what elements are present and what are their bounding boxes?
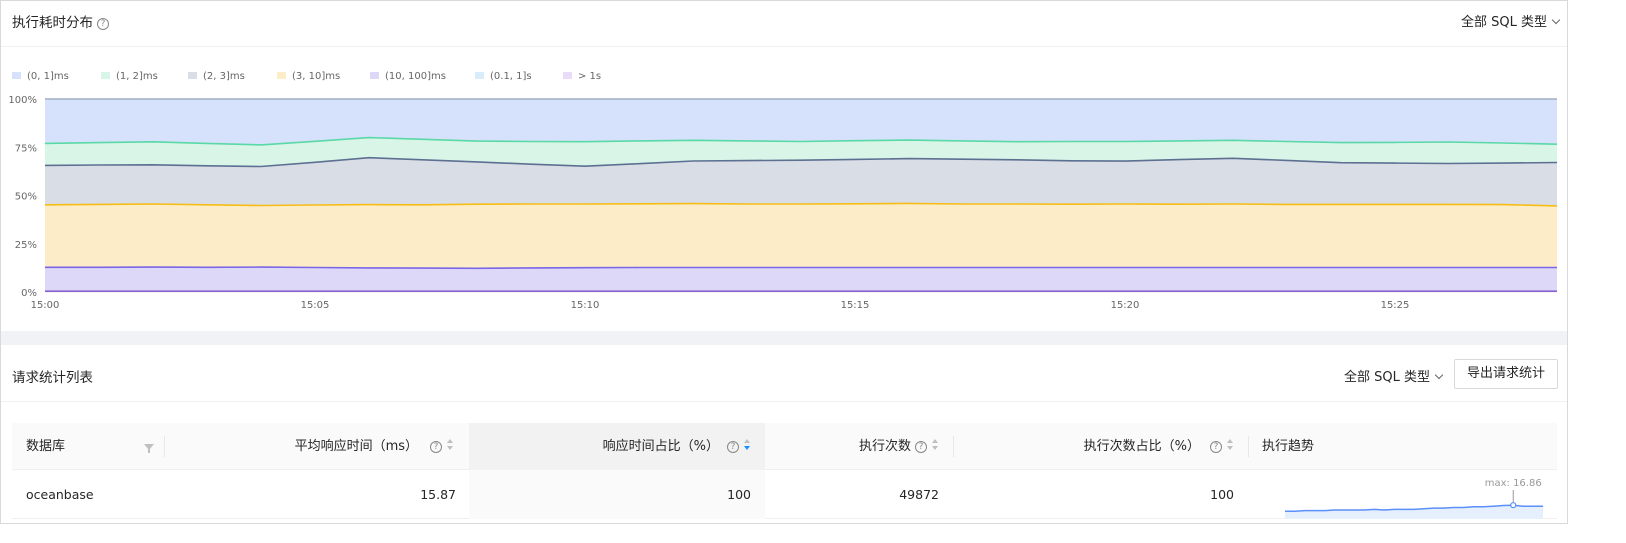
legend-swatch <box>101 72 110 79</box>
sparkline-area <box>1285 505 1543 519</box>
col-exec-pct-label: 执行次数占比（%） <box>1083 439 1200 454</box>
sql-type-select[interactable]: 全部 SQL 类型 <box>1344 366 1444 385</box>
area-band <box>45 203 1557 269</box>
legend-swatch <box>277 72 286 79</box>
help-icon[interactable]: ? <box>1210 441 1222 453</box>
legend-swatch <box>563 72 572 79</box>
x-tick-label: 15:15 <box>841 300 870 311</box>
help-icon[interactable]: ? <box>430 441 442 453</box>
table-header: 数据库 平均响应时间（ms）? 响应时间占比（%）? 执行次数? 执行次数占比（… <box>12 423 1557 470</box>
help-icon[interactable]: ? <box>727 441 739 453</box>
legend-item-10-100ms[interactable]: (10, 100]ms <box>370 71 446 82</box>
cell-database: oceanbase <box>26 487 94 502</box>
card-title: 执行耗时分布? <box>12 11 109 31</box>
legend-swatch <box>475 72 484 79</box>
card-header: 请求统计列表 全部 SQL 类型 导出请求统计 <box>1 345 1567 402</box>
help-icon[interactable]: ? <box>915 441 927 453</box>
request-stats-table: 数据库 平均响应时间（ms）? 响应时间占比（%）? 执行次数? 执行次数占比（… <box>12 423 1557 519</box>
table-row[interactable]: oceanbase 15.87 100 49872 100 max: 16.86 <box>12 470 1557 519</box>
legend-swatch <box>188 72 197 79</box>
col-response-pct-label: 响应时间占比（%） <box>602 439 719 454</box>
col-exec-trend-label: 执行趋势 <box>1262 439 1315 454</box>
legend-item-01-1s[interactable]: (0.1, 1]s <box>475 71 532 82</box>
filter-icon[interactable] <box>144 444 154 453</box>
col-database: 数据库 <box>26 423 65 470</box>
export-stats-button[interactable]: 导出请求统计 <box>1453 359 1558 389</box>
y-tick-label: 50% <box>15 192 37 203</box>
sort-desc-icon[interactable] <box>744 439 751 451</box>
legend-item-2-3ms[interactable]: (2, 3]ms <box>188 71 245 82</box>
max-label: max: 16.86 <box>1485 478 1542 489</box>
legend-item-gt-1s[interactable]: > 1s <box>563 71 601 82</box>
y-tick-label: 0% <box>21 288 37 299</box>
col-exec-pct[interactable]: 执行次数占比（%）? <box>954 423 1248 470</box>
sql-type-select[interactable]: 全部 SQL 类型 <box>1461 11 1561 30</box>
legend-label: (1, 2]ms <box>116 71 158 82</box>
sql-type-select-label: 全部 SQL 类型 <box>1344 370 1430 385</box>
card-title-text: 执行耗时分布 <box>12 15 93 31</box>
column-divider <box>1248 436 1249 457</box>
area-band <box>45 267 1557 292</box>
legend-label: (0, 1]ms <box>27 71 69 82</box>
cell-avg-response: 15.87 <box>420 487 456 502</box>
col-exec-count[interactable]: 执行次数? <box>765 423 953 470</box>
distribution-chart[interactable]: 0% 25% 50% 75% 100% 15:00 15:05 15:10 15:15 15:20… <box>1 89 1567 319</box>
col-database-label: 数据库 <box>26 439 66 454</box>
cell-exec-pct: 100 <box>1210 487 1234 502</box>
section-gap <box>1 331 1567 345</box>
legend-label: (2, 3]ms <box>203 71 245 82</box>
x-tick-label: 15:25 <box>1381 300 1410 311</box>
col-exec-count-label: 执行次数 <box>858 439 911 454</box>
card-header: 执行耗时分布? 全部 SQL 类型 <box>1 1 1567 47</box>
area-band <box>45 99 1557 145</box>
sort-icon[interactable] <box>932 439 939 451</box>
cell-exec-count: 49872 <box>899 487 939 502</box>
legend-swatch <box>370 72 379 79</box>
y-tick-label: 100% <box>8 95 37 106</box>
exec-trend-sparkline[interactable]: max: 16.86 <box>1267 470 1547 519</box>
window: 执行耗时分布? 全部 SQL 类型 (0, 1]ms (1, 2]ms (2, … <box>0 0 1568 524</box>
x-tick-label: 15:00 <box>31 300 60 311</box>
col-response-pct[interactable]: 响应时间占比（%）? <box>469 423 765 470</box>
col-exec-trend: 执行趋势 <box>1262 423 1314 470</box>
request-stats-card: 请求统计列表 全部 SQL 类型 导出请求统计 数据库 平均响应时间（ms）? … <box>1 345 1567 523</box>
card-title: 请求统计列表 <box>12 370 93 386</box>
legend-label: (3, 10]ms <box>292 71 341 82</box>
y-tick-label: 25% <box>15 240 37 251</box>
legend-swatch <box>12 72 21 79</box>
chevron-down-icon <box>1434 370 1444 380</box>
x-tick-label: 15:05 <box>301 300 330 311</box>
y-tick-label: 75% <box>15 143 37 154</box>
legend-item-0-1ms[interactable]: (0, 1]ms <box>12 71 69 82</box>
sql-type-select-label: 全部 SQL 类型 <box>1461 15 1547 30</box>
col-avg-response[interactable]: 平均响应时间（ms）? <box>165 423 468 470</box>
sort-icon[interactable] <box>447 439 454 451</box>
sort-icon[interactable] <box>1227 439 1234 451</box>
x-tick-label: 15:10 <box>571 300 600 311</box>
max-marker <box>1510 502 1517 509</box>
legend-item-3-10ms[interactable]: (3, 10]ms <box>277 71 340 82</box>
cell-response-pct: 100 <box>469 470 765 519</box>
execution-time-distribution-card: 执行耗时分布? 全部 SQL 类型 (0, 1]ms (1, 2]ms (2, … <box>1 1 1567 331</box>
col-avg-response-label: 平均响应时间（ms） <box>294 439 418 454</box>
legend-label: (10, 100]ms <box>385 71 446 82</box>
x-tick-label: 15:20 <box>1111 300 1140 311</box>
help-icon[interactable]: ? <box>97 18 109 30</box>
chevron-down-icon <box>1551 15 1561 25</box>
legend-label: > 1s <box>578 71 602 82</box>
legend-label: (0.1, 1]s <box>490 71 532 82</box>
legend-item-1-2ms[interactable]: (1, 2]ms <box>101 71 158 82</box>
